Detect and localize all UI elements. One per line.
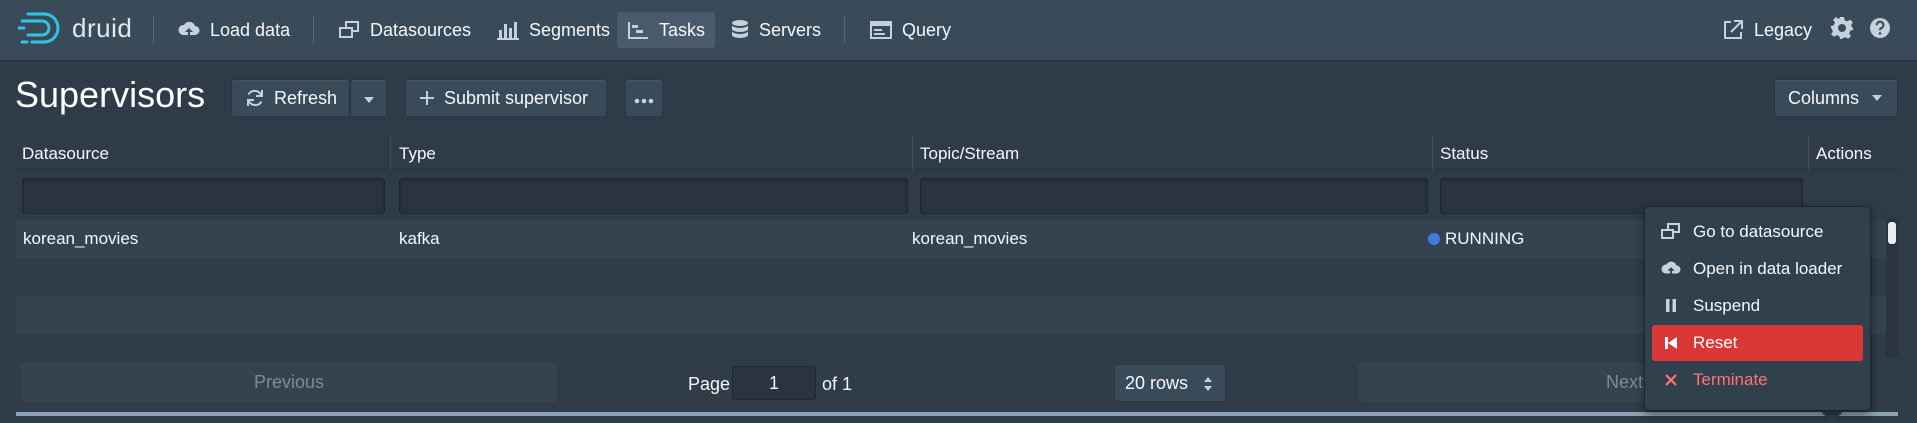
columns-label: Columns	[1788, 87, 1860, 108]
menu-item-terminate[interactable]: Terminate	[1652, 362, 1863, 398]
topic-filter-input[interactable]	[920, 178, 1428, 214]
submit-supervisor-button[interactable]: Submit supervisor	[405, 79, 607, 117]
table-filter-row	[16, 170, 1898, 220]
refresh-icon	[245, 88, 265, 108]
caret-down-icon	[1871, 94, 1883, 102]
help-icon	[1869, 17, 1891, 44]
nav-tasks-label: Tasks	[659, 19, 706, 40]
column-header-type[interactable]: Type	[399, 144, 436, 164]
nav-load-data[interactable]: Load data	[168, 12, 300, 48]
topic-cell: korean_movies	[912, 229, 1028, 248]
share-icon	[1722, 19, 1744, 41]
menu-item-label: Go to datasource	[1693, 222, 1824, 241]
nav-tasks[interactable]: Tasks	[617, 12, 716, 48]
nav-datasources[interactable]: Datasources	[328, 12, 481, 48]
menu-item-open-data-loader[interactable]: Open in data loader	[1652, 251, 1863, 287]
stacked-chart-icon	[497, 20, 519, 40]
nav-divider	[153, 16, 154, 44]
type-filter-input[interactable]	[399, 178, 908, 214]
page-number-input[interactable]: 1	[732, 366, 816, 400]
column-resizer[interactable]	[1432, 136, 1433, 170]
rows-per-page-value: 20 rows	[1125, 372, 1189, 393]
column-resizer[interactable]	[912, 136, 913, 170]
refresh-button[interactable]: Refresh	[231, 79, 350, 117]
pause-icon	[1661, 298, 1681, 314]
plus-icon	[419, 90, 435, 106]
table-row	[16, 296, 1898, 334]
column-header-actions: Actions	[1816, 144, 1872, 163]
status-cell: RUNNING	[1445, 229, 1525, 248]
menu-item-label: Reset	[1693, 333, 1738, 352]
type-cell: kafka	[399, 229, 440, 248]
nav-segments[interactable]: Segments	[487, 12, 620, 48]
table-row[interactable]: korean_movies kafka korean_movies RUNNIN…	[16, 220, 1898, 258]
help-button[interactable]	[1866, 16, 1894, 44]
logo-text: druid	[72, 12, 133, 43]
page-count-label: of 1	[822, 374, 853, 394]
nav-segments-label: Segments	[529, 19, 611, 40]
more-icon	[634, 88, 654, 109]
nav-load-data-label: Load data	[210, 19, 291, 40]
pagination-bar: Previous Page 1 of 1 20 rows Next	[16, 354, 1898, 414]
gantt-chart-icon	[627, 20, 649, 40]
druid-logo-icon	[18, 11, 64, 45]
table-row	[16, 258, 1898, 296]
menu-item-suspend[interactable]: Suspend	[1652, 288, 1863, 324]
gear-icon	[1830, 16, 1854, 45]
multi-select-icon	[338, 20, 360, 40]
menu-item-reset[interactable]: Reset	[1652, 325, 1863, 361]
column-resizer[interactable]	[390, 136, 391, 170]
submit-supervisor-label: Submit supervisor	[444, 87, 589, 108]
column-header-status[interactable]: Status	[1440, 144, 1488, 164]
nav-query[interactable]: Query	[860, 12, 961, 48]
datasource-filter-input[interactable]	[22, 178, 385, 214]
previous-page-button[interactable]: Previous	[21, 362, 557, 402]
nav-datasources-label: Datasources	[370, 19, 472, 40]
cloud-upload-icon	[1661, 260, 1681, 278]
column-header-topic[interactable]: Topic/Stream	[920, 144, 1019, 164]
table-scrollbar-thumb[interactable]	[1888, 222, 1896, 244]
menu-item-label: Suspend	[1693, 296, 1761, 315]
more-options-button[interactable]	[625, 79, 663, 117]
nav-legacy-label: Legacy	[1754, 19, 1813, 40]
table-bottom-border	[16, 412, 1898, 416]
page-label: Page	[688, 374, 731, 394]
refresh-label: Refresh	[274, 87, 338, 108]
supervisor-actions-menu: Go to datasource Open in data loader Sus…	[1645, 207, 1870, 410]
step-backward-icon	[1661, 336, 1681, 350]
menu-item-go-to-datasource[interactable]: Go to datasource	[1652, 214, 1863, 250]
columns-button[interactable]: Columns	[1774, 79, 1898, 117]
supervisors-table: Datasource Type Topic/Stream Status Acti…	[16, 136, 1898, 354]
nav-divider	[313, 16, 314, 44]
nav-servers-label: Servers	[759, 19, 822, 40]
refresh-options-button[interactable]	[350, 79, 387, 117]
rows-per-page-select[interactable]: 20 rows	[1114, 364, 1226, 402]
top-navbar: druid Load data Datasources Segments Tas…	[0, 0, 1917, 61]
menu-item-label: Terminate	[1693, 370, 1768, 389]
cross-icon	[1661, 373, 1681, 387]
page-title: Supervisors	[15, 74, 206, 115]
settings-button[interactable]	[1828, 16, 1856, 44]
caret-down-icon	[363, 88, 375, 109]
menu-item-label: Open in data loader	[1693, 259, 1843, 278]
nav-servers[interactable]: Servers	[721, 12, 831, 48]
double-caret-icon	[1203, 376, 1213, 392]
column-header-datasource[interactable]: Datasource	[22, 144, 109, 164]
multi-select-icon	[1661, 223, 1681, 241]
column-resizer[interactable]	[1808, 136, 1809, 170]
nav-legacy[interactable]: Legacy	[1712, 12, 1822, 48]
druid-logo[interactable]: druid	[18, 11, 132, 45]
datasource-cell[interactable]: korean_movies	[23, 229, 138, 249]
nav-query-label: Query	[902, 19, 952, 40]
nav-divider	[844, 16, 845, 44]
status-indicator-icon	[1428, 233, 1440, 245]
application-icon	[870, 20, 892, 40]
database-icon	[731, 19, 749, 41]
cloud-upload-icon	[178, 20, 200, 40]
table-header-row: Datasource Type Topic/Stream Status Acti…	[16, 136, 1898, 170]
